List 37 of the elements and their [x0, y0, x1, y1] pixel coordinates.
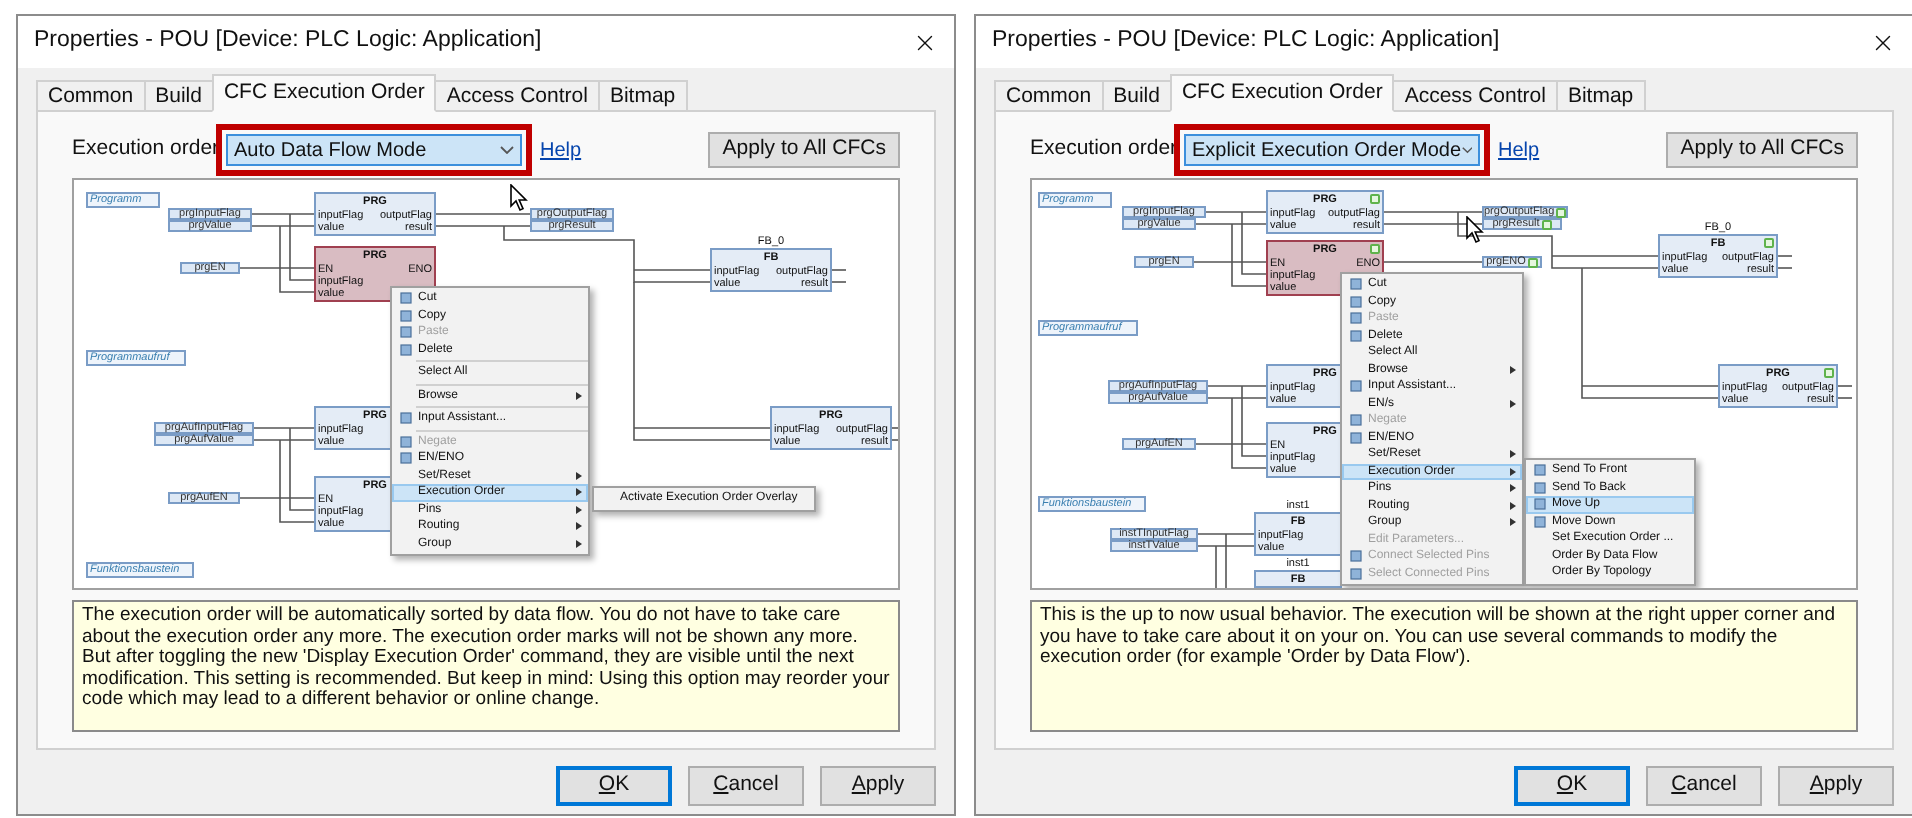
tab[interactable]: CFC Execution Order — [1169, 74, 1395, 112]
tab[interactable]: CFC Execution Order — [211, 74, 437, 112]
submenu-caret-icon — [1510, 365, 1516, 374]
tab[interactable]: Bitmap — [1555, 80, 1646, 112]
menu-item-icon — [1349, 380, 1361, 393]
dialog-button[interactable]: Cancel — [688, 766, 804, 806]
dialog-button[interactable]: OK — [556, 766, 672, 806]
chevron-down-icon — [500, 146, 514, 154]
help-link[interactable]: Help — [540, 135, 582, 165]
execution-order-badge — [1370, 244, 1380, 254]
execution-order-label: Execution order — [72, 134, 212, 165]
dialog-button[interactable]: Apply — [1778, 766, 1894, 806]
dialog-button[interactable]: Apply — [820, 766, 936, 806]
tab[interactable]: Common — [36, 80, 146, 112]
window-title: Properties - POU [Device: PLC Logic: Application] — [34, 26, 542, 57]
description-text: This is the up to now usual behavior. The execution will be shown at the right upper corner and you have to take care about it on your on. You can use several commands to modify the execution order (for example 'Order by Data Flow'). — [1040, 606, 1837, 669]
execution-order-label: Execution order — [1030, 134, 1170, 165]
apply-to-all-button[interactable]: Apply to All CFCs — [1666, 132, 1858, 168]
execution-order-badge — [1824, 368, 1834, 378]
chevron-down-icon — [1461, 146, 1472, 154]
execution-order-dropdown[interactable]: Explicit Execution Order Mode — [1184, 134, 1480, 166]
execution-order-dropdown[interactable]: Auto Data Flow Mode — [226, 134, 522, 166]
tab[interactable]: Common — [994, 80, 1104, 112]
submenu-caret-icon — [1510, 399, 1516, 408]
dialog-button[interactable]: OK — [1514, 766, 1630, 806]
mouse-pointer-icon — [1466, 216, 1484, 244]
execution-order-badge — [1370, 194, 1380, 204]
description-text: The execution order will be automatically sorted by data flow. You do not have to take care about the execution order any more. The execution order marks will not be shown any more. But after toggling the new 'Display Execution Order' command, they are visible until the next modification. This setting is recommended. But keep in mind: Using this option may reorder your code which may lead to a different behavior or online change. — [82, 606, 890, 711]
execution-order-badge — [1764, 238, 1774, 248]
apply-to-all-button[interactable]: Apply to All CFCs — [708, 132, 900, 168]
submenu-caret-icon — [576, 391, 582, 400]
dialog-button[interactable]: Cancel — [1646, 766, 1762, 806]
execution-order-badge — [1527, 257, 1538, 267]
tab[interactable]: Bitmap — [597, 80, 688, 112]
mouse-pointer-icon — [510, 184, 528, 212]
help-link[interactable]: Help — [1498, 135, 1540, 165]
window-title: Properties - POU [Device: PLC Logic: Application] — [992, 26, 1500, 57]
